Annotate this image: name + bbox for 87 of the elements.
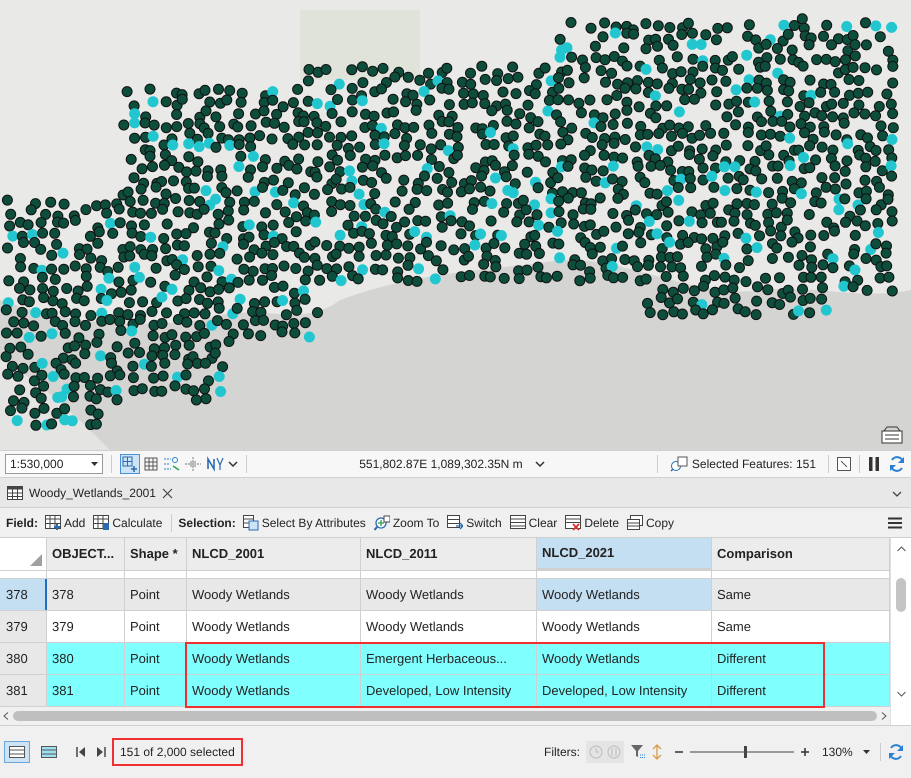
crosshair-icon[interactable] — [184, 456, 202, 472]
corner-triangle-icon — [30, 554, 42, 566]
table-cell: Woody Wetlands — [537, 611, 712, 642]
table-cell: Woody Wetlands — [187, 675, 361, 706]
slider-thumb[interactable] — [744, 746, 748, 758]
filters-label: Filters: — [544, 744, 580, 761]
select-all-corner[interactable] — [0, 538, 47, 570]
table-cell: 378 — [47, 579, 125, 610]
zoom-value: 130% — [822, 744, 853, 761]
scale-combobox[interactable]: 1:530,000 — [5, 454, 103, 474]
toolbar-button[interactable]: Switch — [444, 512, 505, 534]
refresh-icon[interactable] — [887, 743, 905, 761]
add-field-icon — [45, 514, 61, 530]
row-header[interactable]: 380 — [0, 643, 47, 674]
scroll-right-icon[interactable] — [881, 712, 887, 720]
list-icon — [41, 746, 57, 758]
toolbar-group-label: Field: — [6, 514, 38, 532]
scroll-left-icon[interactable] — [3, 712, 9, 720]
table-cell: Woody Wetlands — [537, 579, 712, 610]
table-cell: Woody Wetlands — [537, 643, 712, 674]
copy-icon — [627, 514, 643, 530]
toolbar-button[interactable]: Delete — [562, 512, 622, 534]
row-header[interactable]: 379 — [0, 611, 47, 642]
row-header[interactable]: 378 — [0, 579, 47, 610]
refresh-icon[interactable] — [888, 455, 906, 473]
table-cell: Woody Wetlands — [187, 579, 361, 610]
table-cell: Point — [125, 611, 187, 642]
grid-plus-icon[interactable] — [120, 454, 140, 474]
snapping-icon[interactable] — [162, 456, 180, 472]
selection-count: 151 of 2,000 selected — [112, 738, 243, 766]
table-cell: Emergent Herbaceous... — [361, 643, 537, 674]
row-header[interactable]: 381 — [0, 675, 47, 706]
pause-icon[interactable] — [868, 456, 880, 472]
horizontal-scrollbar-thumb[interactable] — [13, 711, 877, 721]
calculator-icon — [93, 514, 110, 530]
chevron-down-icon[interactable] — [892, 491, 902, 497]
map-coordinates: 551,802.87E 1,089,302.35N m — [359, 456, 523, 473]
chevron-down-icon[interactable] — [228, 461, 238, 467]
map-drawing[interactable] — [0, 0, 911, 450]
table-cell: Woody Wetlands — [361, 611, 537, 642]
list-icon — [9, 746, 25, 758]
table-cell: 381 — [47, 675, 125, 706]
table-cell: Point — [125, 675, 187, 706]
scroll-up-icon[interactable] — [896, 546, 906, 552]
select-table-icon — [242, 514, 259, 530]
list-view-button[interactable] — [4, 741, 30, 763]
menu-icon[interactable] — [888, 516, 902, 528]
switch-icon — [447, 514, 464, 530]
toolbar-button[interactable]: Calculate — [90, 512, 166, 534]
close-icon[interactable] — [162, 488, 173, 498]
column-header[interactable]: NLCD_2021 — [537, 538, 712, 570]
table-cell: 380 — [47, 643, 125, 674]
table-cell: 379 — [47, 611, 125, 642]
table-cell: Point — [125, 643, 187, 674]
zoom-select-icon — [670, 456, 688, 472]
toolbar-group-label: Selection: — [178, 514, 236, 532]
north-arrow-icon[interactable] — [206, 456, 224, 472]
vertical-scrollbar-thumb[interactable] — [896, 578, 906, 612]
toolbar-button[interactable]: Add — [42, 512, 88, 534]
toolbar-button[interactable]: Zoom To — [370, 512, 442, 534]
table-cell: Woody Wetlands — [187, 611, 361, 642]
table-cell: Point — [125, 579, 187, 610]
selected-features-button[interactable]: Selected Features: 151 — [666, 453, 820, 475]
scroll-down-icon[interactable] — [896, 691, 906, 697]
zoom-in-icon — [374, 514, 390, 530]
delete-icon — [565, 514, 582, 530]
dropdown-caret-icon — [863, 750, 870, 754]
toolbar-button[interactable]: Clear — [506, 512, 560, 534]
table-cell: Woody Wetlands — [187, 643, 361, 674]
basemap-icon[interactable] — [881, 426, 903, 444]
chevron-down-icon[interactable] — [534, 461, 545, 467]
scale-value: 1:530,000 — [10, 456, 64, 473]
clear-list-icon — [510, 514, 526, 530]
table-cell: Developed, Low Intensity — [537, 675, 712, 706]
toolbar-button[interactable]: Copy — [624, 512, 678, 534]
first-record-icon[interactable] — [76, 747, 86, 757]
zoom-combobox[interactable]: 130% — [818, 742, 874, 762]
map-frame-icon[interactable] — [837, 457, 851, 471]
table-cell: Developed, Low Intensity — [361, 675, 537, 706]
filter-icon[interactable] — [630, 744, 646, 760]
table-icon — [7, 486, 23, 500]
plus-icon[interactable] — [800, 747, 810, 757]
dropdown-caret-icon — [91, 462, 98, 466]
last-record-icon[interactable] — [96, 747, 106, 757]
toolbar-button[interactable]: Select By Attributes — [240, 512, 369, 534]
zoom-slider[interactable] — [690, 744, 794, 760]
grid-icon[interactable] — [144, 457, 158, 471]
